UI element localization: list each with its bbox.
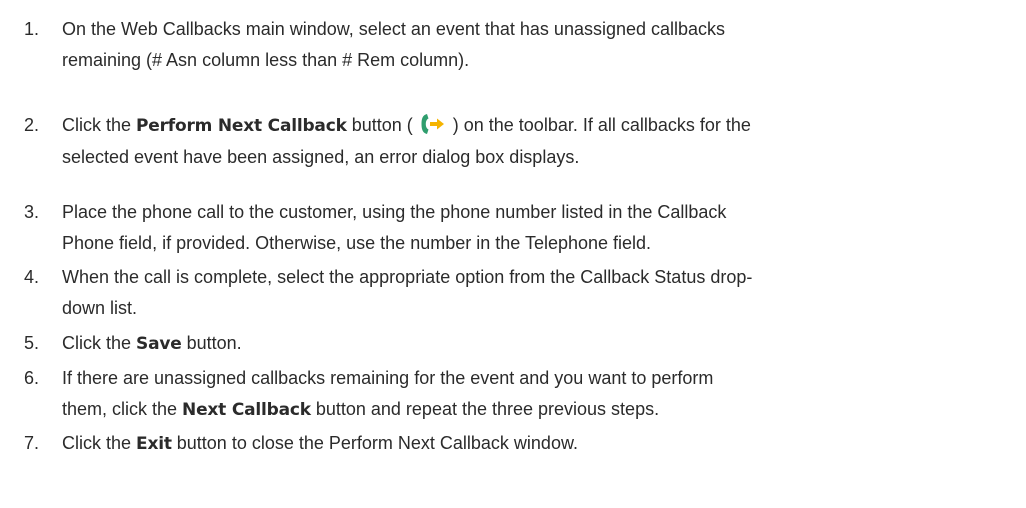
step-number: 5. <box>24 333 40 353</box>
step-text-fragment: button to close the Perform Next Callbac… <box>171 433 578 453</box>
save-label: Save <box>136 334 182 354</box>
step-number: 2. <box>24 115 40 135</box>
step-text-line: selected event have been assigned, an er… <box>62 147 580 167</box>
step-text-line: Phone field, if provided. Otherwise, use… <box>62 233 652 253</box>
step-text-line: When the call is complete, select the ap… <box>62 267 753 287</box>
step-text-fragment: Click the <box>62 433 137 453</box>
exit-label: Exit <box>136 434 172 454</box>
step-text: When the call is complete, select the ap… <box>62 262 992 324</box>
step-number: 4. <box>24 267 40 287</box>
step-text-fragment: button and repeat the three previous ste… <box>310 399 660 419</box>
step-text-line: If there are unassigned callbacks remain… <box>62 368 714 388</box>
step-text: Click the Exit button to close the Perfo… <box>62 428 992 460</box>
step-text: On the Web Callbacks main window, select… <box>62 14 992 76</box>
step-number: 6. <box>24 368 40 388</box>
step-text: If there are unassigned callbacks remain… <box>62 363 992 426</box>
next-callback-label: Next Callback <box>182 400 311 420</box>
phone-arrow-icon <box>418 112 448 136</box>
step-number: 1. <box>24 19 40 39</box>
step-text-line: down list. <box>62 298 138 318</box>
step-number: 7. <box>24 433 40 453</box>
step-text-line: Place the phone call to the customer, us… <box>62 202 727 222</box>
step-text-fragment: them, click the <box>62 399 183 419</box>
step-text-fragment: Click the <box>62 115 137 135</box>
step-text-line: remaining (# Asn column less than # Rem … <box>62 50 470 70</box>
step-text: Place the phone call to the customer, us… <box>62 197 992 259</box>
step-text-fragment: button. <box>181 333 242 353</box>
step-text-fragment: Click the <box>62 333 137 353</box>
step-text-fragment: ) on the toolbar. If all callbacks for t… <box>447 115 751 135</box>
step-text-line: On the Web Callbacks main window, select… <box>62 19 726 39</box>
step-text: Click the Perform Next Callback button (… <box>62 110 992 173</box>
step-number: 3. <box>24 202 40 222</box>
step-text-fragment: button ( <box>346 115 418 135</box>
step-text: Click the Save button. <box>62 328 992 360</box>
perform-next-callback-label: Perform Next Callback <box>136 116 347 136</box>
